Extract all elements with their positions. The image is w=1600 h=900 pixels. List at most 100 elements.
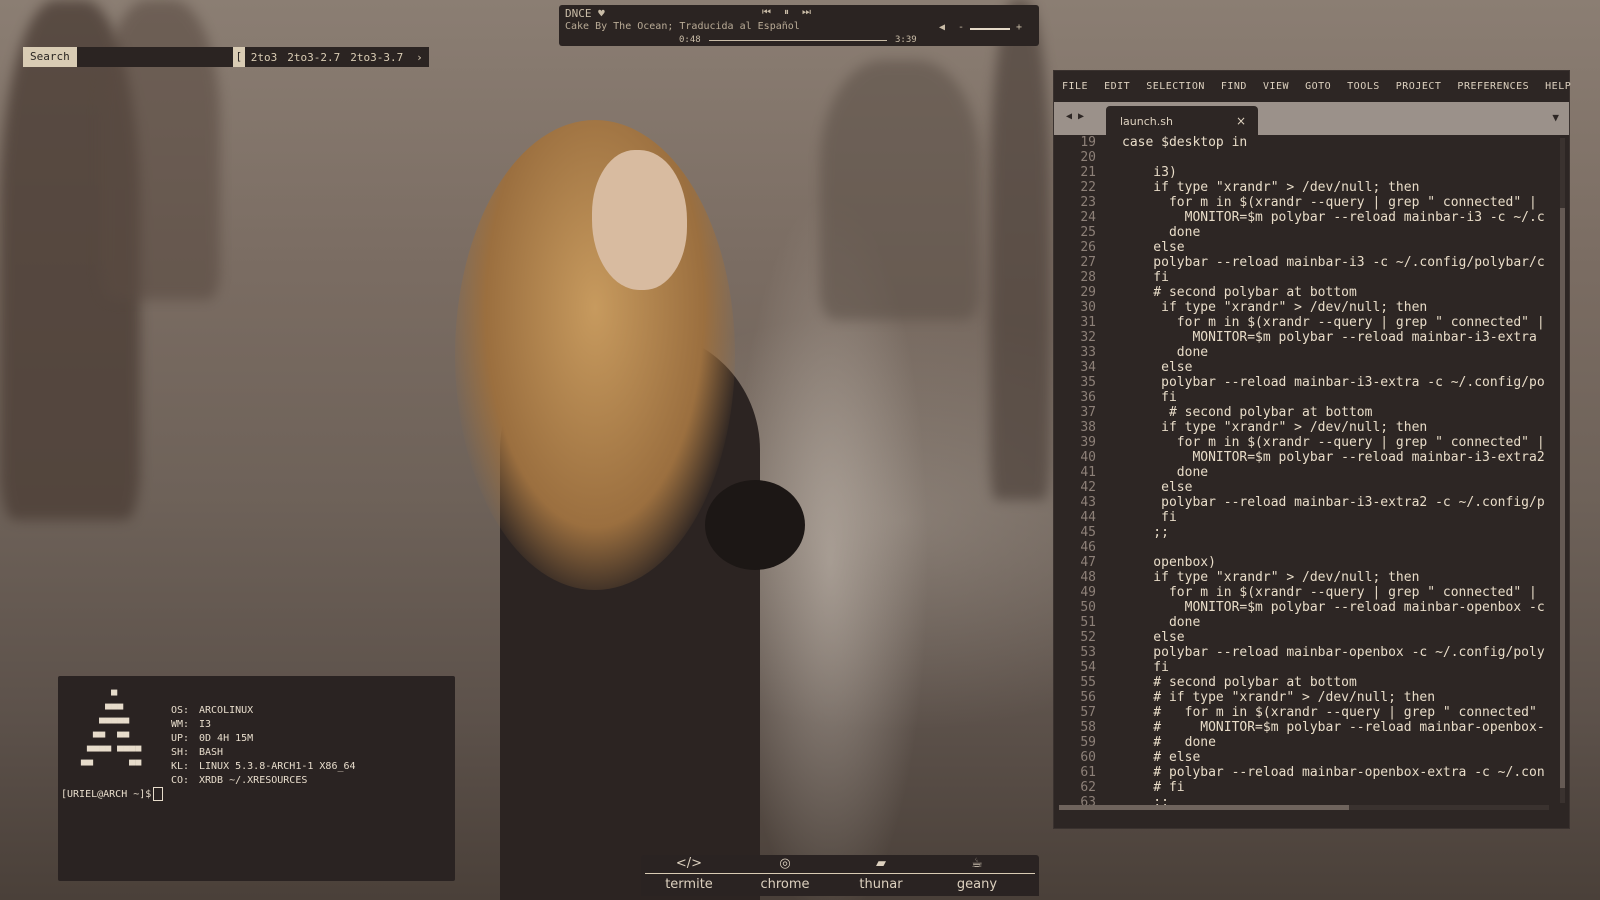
- line-source: # second polybar at bottom: [1122, 675, 1357, 690]
- code-line: 49 for m in $(xrandr --query | grep " co…: [1054, 585, 1555, 600]
- search-result-item[interactable]: 2to3-2.7: [287, 51, 340, 64]
- code-line: 28 fi: [1054, 270, 1555, 285]
- line-source: fi: [1122, 270, 1169, 285]
- code-line: 60 # else: [1054, 750, 1555, 765]
- next-track-icon[interactable]: ⏭: [802, 7, 811, 18]
- terminal-window[interactable]: ▀ ▀▀▀ ▀▀▀▀▀ ▀▀ ▀▀ ▀▀▀▀ ▀▀▀▀ ▀▀ ▀▀ OS: ARC…: [58, 676, 455, 881]
- code-line: 59 # done: [1054, 735, 1555, 750]
- line-number: 49: [1080, 585, 1096, 600]
- volume-icon[interactable]: ◀: [939, 22, 945, 33]
- volume-up-button[interactable]: +: [1016, 22, 1022, 33]
- code-line: 35 polybar --reload mainbar-i3-extra -c …: [1054, 375, 1555, 390]
- menu-tools[interactable]: TOOLS: [1347, 81, 1380, 92]
- editor-menubar: FILE EDIT SELECTION FIND VIEW GOTO TOOLS PROJEC…: [1054, 71, 1571, 102]
- line-number: 46: [1080, 540, 1096, 555]
- line-number: 51: [1080, 615, 1096, 630]
- dock-item-chrome[interactable]: ◎ chrome: [737, 855, 833, 892]
- line-source: if type "xrandr" > /dev/null; then: [1122, 180, 1420, 195]
- total-time: 3:39: [895, 35, 917, 45]
- code-line: 29 # second polybar at bottom: [1054, 285, 1555, 300]
- scrollbar-thumb[interactable]: [1059, 805, 1349, 810]
- system-info-row: OS: ARCOLINUX: [171, 704, 356, 718]
- code-line: 27 polybar --reload mainbar-i3 -c ~/.con…: [1054, 255, 1555, 270]
- line-number: 50: [1080, 600, 1096, 615]
- vertical-scrollbar[interactable]: [1560, 138, 1565, 803]
- system-info-row: CO: XRDB ~/.XRESOURCES: [171, 774, 356, 788]
- menu-goto[interactable]: GOTO: [1305, 81, 1331, 92]
- line-source: polybar --reload mainbar-i3-extra -c ~/.…: [1122, 375, 1545, 390]
- search-input[interactable]: [76, 47, 233, 67]
- menu-project[interactable]: PROJECT: [1396, 81, 1442, 92]
- system-info-value: XRDB ~/.XRESOURCES: [199, 775, 308, 786]
- system-info-value: ARCOLINUX: [199, 705, 254, 716]
- code-line: 25 done: [1054, 225, 1555, 240]
- cup-icon: ☕: [971, 856, 983, 871]
- line-number: 27: [1080, 255, 1096, 270]
- menu-file[interactable]: FILE: [1062, 81, 1088, 92]
- line-number: 56: [1080, 690, 1096, 705]
- line-number: 61: [1080, 765, 1096, 780]
- tab-launch-sh[interactable]: launch.sh ×: [1106, 106, 1258, 135]
- line-source: polybar --reload mainbar-openbox -c ~/.c…: [1122, 645, 1545, 660]
- line-number: 55: [1080, 675, 1096, 690]
- line-source: else: [1122, 240, 1185, 255]
- line-source: # MONITOR=$m polybar --reload mainbar-op…: [1122, 720, 1545, 735]
- editor-tabbar: ◀ ▶ launch.sh × ▼: [1054, 102, 1569, 135]
- shell-prompt[interactable]: [URIEL@ARCH ~]$: [61, 787, 164, 802]
- line-source: MONITOR=$m polybar --reload mainbar-i3-e…: [1122, 450, 1545, 465]
- line-source: # polybar --reload mainbar-openbox-extra…: [1122, 765, 1545, 780]
- line-number: 57: [1080, 705, 1096, 720]
- code-line: 26 else: [1054, 240, 1555, 255]
- chevron-right-icon[interactable]: ›: [416, 51, 423, 64]
- system-info-key: CO:: [171, 775, 190, 786]
- dock-item-termite[interactable]: </> termite: [641, 855, 737, 892]
- previous-track-icon[interactable]: ⏮: [762, 7, 771, 18]
- pause-icon[interactable]: ⏸: [784, 7, 789, 18]
- tab-navigation-arrows[interactable]: ◀ ▶: [1066, 111, 1084, 122]
- menu-view[interactable]: VIEW: [1263, 81, 1289, 92]
- menu-help[interactable]: HELP: [1545, 81, 1571, 92]
- code-line: 45 ;;: [1054, 525, 1555, 540]
- search-bracket: [: [232, 47, 245, 67]
- code-line: 57 # for m in $(xrandr --query | grep " …: [1054, 705, 1555, 720]
- line-source: MONITOR=$m polybar --reload mainbar-i3-e…: [1122, 330, 1537, 345]
- line-source: # done: [1122, 735, 1216, 750]
- scrollbar-thumb[interactable]: [1560, 208, 1565, 788]
- code-line: 41 done: [1054, 465, 1555, 480]
- code-line: 54 fi: [1054, 660, 1555, 675]
- line-number: 47: [1080, 555, 1096, 570]
- volume-slider[interactable]: [970, 28, 1010, 30]
- code-line: 53 polybar --reload mainbar-openbox -c ~…: [1054, 645, 1555, 660]
- line-number: 52: [1080, 630, 1096, 645]
- code-line: 44 fi: [1054, 510, 1555, 525]
- menu-find[interactable]: FIND: [1221, 81, 1247, 92]
- line-number: 24: [1080, 210, 1096, 225]
- horizontal-scrollbar[interactable]: [1059, 805, 1549, 810]
- line-number: 30: [1080, 300, 1096, 315]
- code-line: 19 case $desktop in: [1054, 135, 1555, 150]
- menu-edit[interactable]: EDIT: [1104, 81, 1130, 92]
- search-result-item[interactable]: 2to3: [251, 51, 278, 64]
- dock-item-label: chrome: [760, 877, 810, 892]
- close-icon[interactable]: ×: [1236, 114, 1246, 128]
- code-view[interactable]: 19 case $desktop in 20 21 i3) 22 if type "xr…: [1054, 135, 1555, 815]
- line-number: 33: [1080, 345, 1096, 360]
- line-number: 20: [1080, 150, 1096, 165]
- app-launcher-bar: Search [ 2to3 2to3-2.7 2to3-3.7 ›: [23, 47, 429, 67]
- dock-item-geany[interactable]: ☕ geany: [929, 855, 1025, 892]
- line-source: else: [1122, 360, 1193, 375]
- search-result-item[interactable]: 2to3-3.7: [350, 51, 403, 64]
- code-line: 62 # fi: [1054, 780, 1555, 795]
- code-line: 52 else: [1054, 630, 1555, 645]
- code-line: 56 # if type "xrandr" > /dev/null; then: [1054, 690, 1555, 705]
- volume-down-button[interactable]: -: [958, 22, 964, 33]
- system-info-value: I3: [199, 719, 212, 730]
- line-number: 23: [1080, 195, 1096, 210]
- track-progress-bar[interactable]: [709, 40, 887, 41]
- menu-preferences[interactable]: PREFERENCES: [1457, 81, 1529, 92]
- dock-item-thunar[interactable]: ▰ thunar: [833, 855, 929, 892]
- line-source: MONITOR=$m polybar --reload mainbar-open…: [1122, 600, 1545, 615]
- tab-list-dropdown-icon[interactable]: ▼: [1552, 111, 1559, 124]
- menu-selection[interactable]: SELECTION: [1146, 81, 1205, 92]
- dock-item-label: termite: [665, 877, 713, 892]
